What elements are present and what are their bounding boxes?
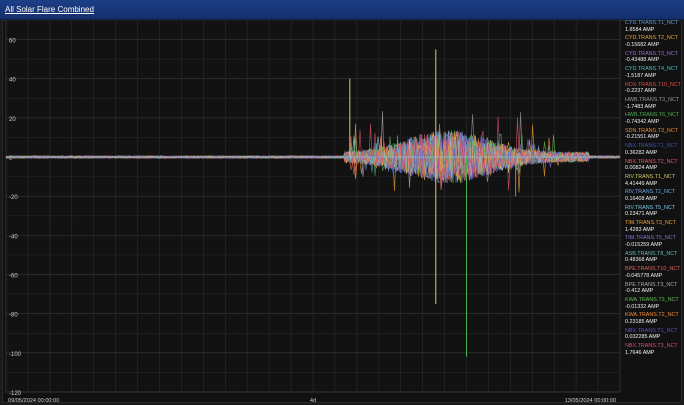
legend-series-value: -0.045778 AMP (625, 272, 663, 279)
legend-item[interactable]: TIM.TRANS.T5_NCT -0.015259 AMP (625, 235, 682, 250)
legend-item[interactable]: RIV.TRANS.T5_NCT 0.23471 AMP (625, 205, 682, 220)
line-chart[interactable]: 6040200-20-40-60-80-100-12009/05/2024 00… (0, 20, 622, 405)
legend-series-name: RIV.TRANS.T1_NCT (625, 173, 676, 180)
legend-series-value: -0.15682 AMP (625, 41, 660, 48)
legend-item[interactable]: RDX.TRANS.T10_NCT -0.2237 AMP (625, 82, 682, 97)
legend-series-value: -0.412 AMP (625, 288, 654, 295)
legend-series-name: CYD.TRANS.T2_NCT (625, 35, 679, 42)
legend-series-name: HWB.TRANS.T3_NCT (625, 96, 680, 103)
y-tick-label: -120 (9, 391, 22, 397)
legend-series-name: NBX.TRANS.T1_NCT (625, 143, 678, 150)
legend-series-name: ASB.TRANS.T8_NCT (625, 250, 678, 257)
legend-series-name: BPE.TRANS.T3_NCT (625, 281, 678, 288)
x-tick-label: 09/05/2024 00:00:00 (8, 398, 59, 404)
legend-series-name: CYD.TRANS.T4_NCT (625, 66, 679, 73)
legend-item[interactable]: HWB.TRANS.T3_NCT -1.7483 AMP (625, 97, 682, 112)
legend-series-value: 0.23471 AMP (625, 211, 658, 218)
legend-series-name: RIV.TRANS.T5_NCT (625, 204, 676, 211)
y-tick-label: -20 (9, 195, 18, 201)
legend-series-name: NBX.TRANS.T2_NCT (625, 158, 678, 165)
legend-series-value: 0.16408 AMP (625, 195, 658, 202)
legend-item[interactable]: NBX.TRANS.T1_NCT 0.032285 AMP (625, 328, 682, 343)
legend-series-name: KWA.TRANS.T2_NCT (625, 312, 679, 319)
legend-series-name: BPE.TRANS.T10_NCT (625, 266, 681, 273)
legend-series-value: -0.21551 AMP (625, 134, 660, 141)
legend-series-value: -1.5187 AMP (625, 72, 657, 79)
legend-item[interactable]: HWB.TRANS.T6_NCT -0.74342 AMP (625, 112, 682, 127)
legend-item[interactable]: CYD.TRANS.T4_NCT -1.5187 AMP (625, 66, 682, 81)
y-tick-label: 60 (9, 39, 16, 45)
legend-item[interactable]: SDN.TRANS.T3_NCT -0.21551 AMP (625, 128, 682, 143)
legend-item[interactable]: NBX.TRANS.T2_NCT 0.00824 AMP (625, 159, 682, 174)
legend-item[interactable]: BPE.TRANS.T10_NCT -0.045778 AMP (625, 266, 682, 281)
legend-item[interactable]: NBX.TRANS.T3_NCT 1.7646 AMP (625, 343, 682, 358)
legend-item[interactable]: CYD.TRANS.T3_NCT -0.43488 AMP (625, 51, 682, 66)
legend-series-name: TIM.TRANS.T5_NCT (625, 235, 676, 242)
legend[interactable]: CYD.TRANS.T1_NCT 1.8584 AMP CYD.TRANS.T2_N… (625, 20, 682, 370)
legend-item[interactable]: ASB.TRANS.T8_NCT 0.48368 AMP (625, 251, 682, 266)
legend-series-value: 0.48368 AMP (625, 257, 658, 264)
legend-series-name: KWA.TRANS.T3_NCT (625, 297, 679, 304)
legend-series-name: CYD.TRANS.T3_NCT (625, 50, 679, 57)
legend-series-value: 0.36282 AMP (625, 149, 658, 156)
legend-series-name: HWB.TRANS.T6_NCT (625, 112, 680, 119)
title-bar: All Solar Flare Combined (0, 0, 684, 20)
y-tick-label: 40 (9, 78, 16, 84)
legend-series-name: RIV.TRANS.T2_NCT (625, 189, 676, 196)
legend-item[interactable]: NBX.TRANS.T1_NCT 0.36282 AMP (625, 143, 682, 158)
legend-item[interactable]: BPE.TRANS.T3_NCT -0.412 AMP (625, 282, 682, 297)
legend-series-value: -1.7483 AMP (625, 103, 657, 110)
legend-series-value: -0.74342 AMP (625, 118, 660, 125)
legend-series-value: 1.4283 AMP (625, 226, 655, 233)
legend-item[interactable]: KWA.TRANS.T3_NCT -0.01332 AMP (625, 297, 682, 312)
legend-series-name: NBX.TRANS.T3_NCT (625, 343, 678, 350)
legend-item[interactable]: RIV.TRANS.T1_NCT 4.41449 AMP (625, 174, 682, 189)
y-tick-label: -80 (9, 313, 18, 319)
legend-series-value: 1.8584 AMP (625, 26, 655, 33)
x-tick-label: 4d (310, 398, 316, 404)
y-tick-label: -60 (9, 274, 18, 280)
legend-series-value: -0.01332 AMP (625, 303, 660, 310)
legend-series-value: 1.7646 AMP (625, 349, 655, 356)
legend-item[interactable]: RIV.TRANS.T2_NCT 0.16408 AMP (625, 189, 682, 204)
legend-series-name: NBX.TRANS.T1_NCT (625, 327, 678, 334)
legend-series-value: -0.43488 AMP (625, 57, 660, 64)
legend-series-name: SDN.TRANS.T3_NCT (625, 127, 679, 134)
y-tick-label: 20 (9, 117, 16, 123)
chart-title-link[interactable]: All Solar Flare Combined (5, 5, 94, 14)
legend-series-value: 4.41449 AMP (625, 180, 658, 187)
legend-series-value: 0.032285 AMP (625, 334, 661, 341)
legend-item[interactable]: KWA.TRANS.T2_NCT 0.23185 AMP (625, 312, 682, 327)
legend-item[interactable]: TIM.TRANS.T3_NCT 1.4283 AMP (625, 220, 682, 235)
legend-item[interactable]: CYD.TRANS.T1_NCT 1.8584 AMP (625, 20, 682, 35)
legend-series-value: 0.00824 AMP (625, 165, 658, 172)
legend-series-value: -0.015259 AMP (625, 242, 663, 249)
legend-series-name: CYD.TRANS.T1_NCT (625, 20, 679, 26)
legend-series-value: -0.2237 AMP (625, 88, 657, 95)
legend-series-value: 0.23185 AMP (625, 319, 658, 326)
legend-series-name: RDX.TRANS.T10_NCT (625, 81, 682, 88)
legend-series-name: TIM.TRANS.T3_NCT (625, 220, 676, 227)
legend-item[interactable]: CYD.TRANS.T2_NCT -0.15682 AMP (625, 35, 682, 50)
y-tick-label: -100 (9, 352, 22, 358)
x-tick-label: 13/05/2024 00:00:00 (565, 398, 616, 404)
y-tick-label: -40 (9, 234, 18, 240)
